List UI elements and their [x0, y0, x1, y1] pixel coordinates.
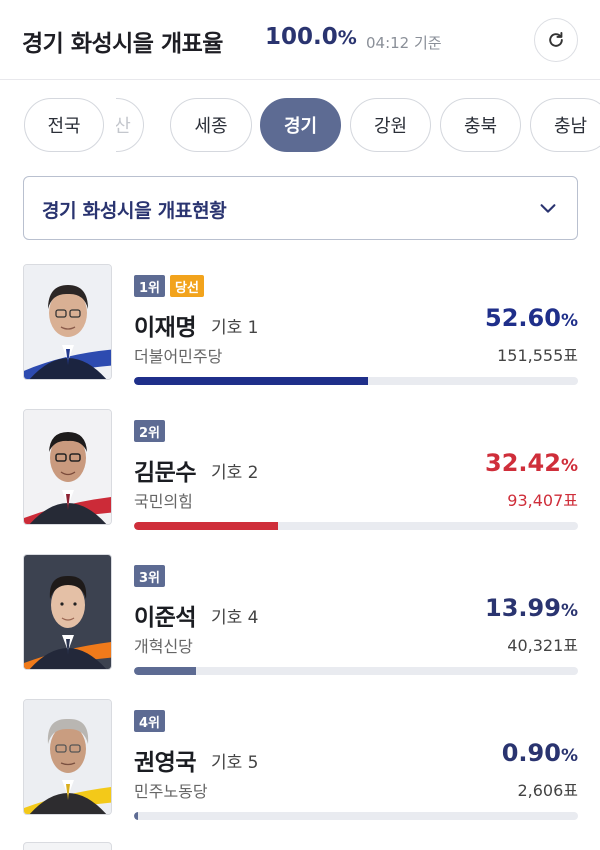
vote-count: 151,555표	[497, 346, 578, 365]
vote-share-bar	[134, 667, 578, 675]
candidate-row: 4위 권영국 기호 5 민주노동당 0.90% 2,606표	[0, 699, 600, 844]
results-header: 경기 화성시을 개표율 100.0% 04:12 기준	[0, 0, 600, 80]
candidate-name: 권영국	[134, 750, 196, 776]
refresh-icon	[549, 31, 563, 47]
candidate-name: 이준석	[134, 605, 196, 631]
party-name: 국민의힘	[134, 492, 193, 511]
vote-rate: 13.99%	[485, 594, 578, 622]
rank-badge: 3위	[134, 565, 166, 587]
vote-share-bar	[134, 812, 578, 820]
tab-sejong[interactable]: 세종	[170, 98, 252, 152]
party-name: 민주노동당	[134, 782, 208, 801]
vote-rate: 52.60%	[485, 304, 578, 332]
count-rate: 100.0%	[265, 24, 357, 50]
candidate-photo-peek	[23, 842, 112, 850]
candidate-badges: 2위	[134, 420, 166, 442]
vote-rate: 0.90%	[501, 739, 578, 767]
refresh-button[interactable]	[534, 18, 578, 62]
ballot-number: 기호 1	[211, 318, 259, 338]
candidate-photo	[23, 554, 112, 670]
party-name: 더불어민주당	[134, 347, 223, 366]
vote-count: 93,407표	[507, 491, 578, 510]
candidate-badges: 3위	[134, 565, 166, 587]
rank-badge: 4위	[134, 710, 166, 732]
tab-national[interactable]: 전국	[24, 98, 104, 152]
ballot-number: 기호 4	[211, 608, 259, 628]
party-name: 개혁신당	[134, 637, 193, 656]
candidate-row: 2위 김문수 기호 2 국민의힘 32.42% 93,407표	[0, 409, 600, 554]
candidate-name: 이재명	[134, 315, 196, 341]
region-tabs: 전국 산 세종 경기 강원 충북 충남	[0, 98, 600, 154]
district-select-label: 경기 화성시을 개표현황	[42, 200, 227, 222]
candidate-row: 3위 이준석 기호 4 개혁신당 13.99% 40,321표	[0, 554, 600, 699]
vote-share-fill	[134, 377, 368, 385]
candidate-photo	[23, 264, 112, 380]
vote-count: 2,606표	[517, 781, 578, 800]
rank-badge: 2위	[134, 420, 166, 442]
tab-gangwon[interactable]: 강원	[350, 98, 431, 152]
tab-gyeonggi[interactable]: 경기	[260, 98, 341, 152]
vote-share-bar	[134, 377, 578, 385]
update-timestamp: 04:12 기준	[366, 34, 442, 52]
candidate-photo	[23, 699, 112, 815]
vote-share-fill	[134, 667, 197, 675]
vote-rate: 32.42%	[485, 449, 578, 477]
tab-chungnam[interactable]: 충남	[530, 98, 600, 152]
district-select[interactable]: 경기 화성시을 개표현황	[23, 176, 578, 240]
candidate-row: 1위 당선 이재명 기호 1 더불어민주당 52.60% 151,555표	[0, 264, 600, 409]
ballot-number: 기호 5	[211, 753, 259, 773]
vote-count: 40,321표	[507, 636, 578, 655]
vote-share-fill	[134, 522, 278, 530]
vote-share-fill	[134, 812, 139, 820]
candidate-badges: 4위	[134, 710, 166, 732]
chevron-down-icon	[540, 204, 556, 213]
elected-badge: 당선	[170, 275, 204, 297]
ballot-number: 기호 2	[211, 463, 259, 483]
candidate-name: 김문수	[134, 460, 196, 486]
tab-chungbuk[interactable]: 충북	[440, 98, 521, 152]
rank-badge: 1위	[134, 275, 166, 297]
vote-share-bar	[134, 522, 578, 530]
tab-partial[interactable]: 산	[116, 98, 144, 152]
candidate-photo	[23, 409, 112, 525]
page-title: 경기 화성시을 개표율	[22, 31, 223, 57]
candidate-badges: 1위 당선	[134, 275, 204, 297]
